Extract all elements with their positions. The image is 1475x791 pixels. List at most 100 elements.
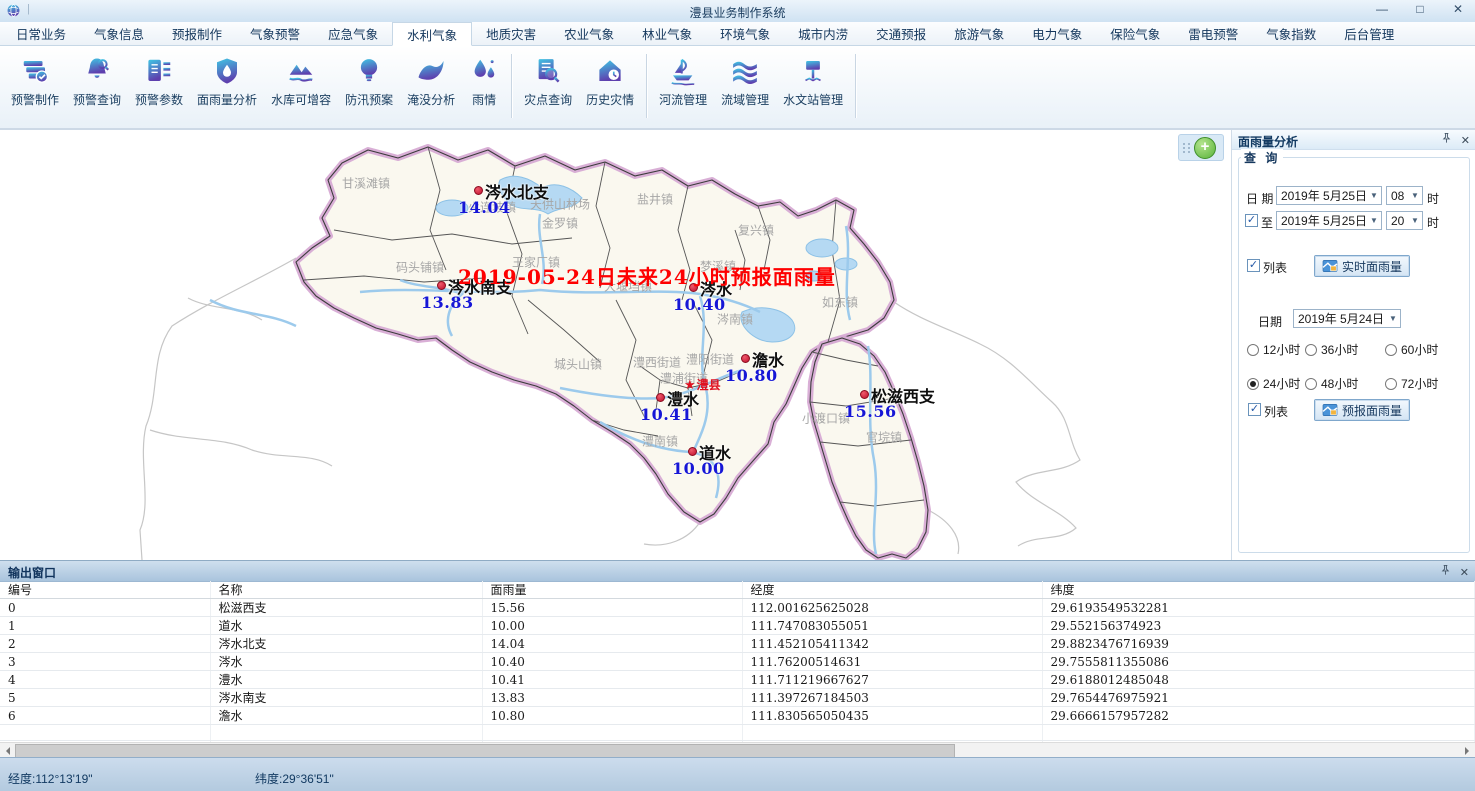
pin-icon[interactable]	[1440, 564, 1451, 582]
add-layer-button[interactable]: +	[1194, 137, 1216, 159]
close-button[interactable]: ✕	[1451, 2, 1465, 16]
column-header-经度[interactable]: 经度	[742, 581, 1042, 599]
column-header-编号[interactable]: 编号	[0, 581, 210, 599]
radio-option-48小时[interactable]: 48小时	[1305, 375, 1385, 392]
menu-item-环境气象[interactable]: 环境气象	[706, 22, 784, 45]
tool-水文站管理[interactable]: 水文站管理	[776, 52, 850, 112]
radio-option-12小时[interactable]: 12小时	[1247, 341, 1305, 358]
radio-option-36小时[interactable]: 36小时	[1305, 341, 1385, 358]
menu-item-气象预警[interactable]: 气象预警	[236, 22, 314, 45]
scroll-right-button[interactable]	[1459, 743, 1475, 758]
table-cell: 29.7654476975921	[1042, 689, 1475, 707]
menu-item-后台管理[interactable]: 后台管理	[1330, 22, 1408, 45]
table-row[interactable]: 4澧水10.41111.71121966762729.6188012485048	[0, 671, 1475, 689]
tool-雨情[interactable]: 雨情	[462, 52, 506, 112]
start-date-select[interactable]: 2019年 5月25日 ▼	[1276, 186, 1382, 205]
start-hour-select[interactable]: 08 ▼	[1386, 186, 1423, 205]
radio-button[interactable]	[1305, 378, 1317, 390]
tool-label: 历史灾情	[586, 91, 634, 108]
end-date-select[interactable]: 2019年 5月25日 ▼	[1276, 211, 1382, 230]
close-icon[interactable]: ✕	[1461, 135, 1470, 148]
forecast-rain-button[interactable]: 预报面雨量	[1314, 399, 1410, 421]
radio-option-24小时[interactable]: 24小时	[1247, 375, 1305, 392]
menu-item-旅游气象[interactable]: 旅游气象	[940, 22, 1018, 45]
minimize-button[interactable]: —	[1375, 2, 1389, 16]
table-row[interactable]: 5涔水南支13.83111.39726718450329.76544769759…	[0, 689, 1475, 707]
tool-水库可增容[interactable]: 水库可增容	[264, 52, 338, 112]
output-table[interactable]: 编号名称面雨量经度纬度 0松滋西支15.56112.00162562502829…	[0, 581, 1475, 757]
submerge-icon	[416, 56, 446, 86]
tool-防汛预案[interactable]: 防汛预案	[338, 52, 400, 112]
flood-plan-icon	[354, 56, 384, 86]
column-header-面雨量[interactable]: 面雨量	[482, 581, 742, 599]
menu-item-地质灾害[interactable]: 地质灾害	[472, 22, 550, 45]
menu-item-雷电预警[interactable]: 雷电预警	[1174, 22, 1252, 45]
window-title: 澧县业务制作系统	[0, 4, 1475, 21]
tool-预警查询[interactable]: 预警查询	[66, 52, 128, 112]
status-latitude: 纬度:29°36'51"	[255, 770, 334, 787]
menu-item-预报制作[interactable]: 预报制作	[158, 22, 236, 45]
tool-预警制作[interactable]: 预警制作	[4, 52, 66, 112]
scroll-left-button[interactable]	[0, 743, 16, 758]
tool-历史灾情[interactable]: 历史灾情	[579, 52, 641, 112]
menu-item-交通预报[interactable]: 交通预报	[862, 22, 940, 45]
table-row[interactable]: 2涔水北支14.04111.45210541134229.88234767169…	[0, 635, 1475, 653]
output-title: 输出窗口	[0, 561, 56, 581]
table-row[interactable]: 3涔水10.40111.7620051463129.7555811355086	[0, 653, 1475, 671]
tool-淹没分析[interactable]: 淹没分析	[400, 52, 462, 112]
town-label-城头山镇: 城头山镇	[554, 356, 602, 373]
realtime-list-checkbox[interactable]: ✓	[1247, 259, 1260, 272]
tool-label: 预警制作	[11, 91, 59, 108]
pin-icon[interactable]	[1441, 132, 1452, 150]
radio-button[interactable]	[1247, 344, 1259, 356]
close-icon[interactable]: ✕	[1460, 567, 1469, 580]
table-row[interactable]: 1道水10.00111.74708305505129.552156374923	[0, 617, 1475, 635]
tool-灾点查询[interactable]: 灾点查询	[517, 52, 579, 112]
radio-button[interactable]	[1247, 378, 1259, 390]
to-checkbox[interactable]: ✓	[1245, 214, 1258, 227]
station-value-道水: 10.00	[672, 459, 725, 478]
radio-option-72小时[interactable]: 72小时	[1385, 375, 1465, 392]
radio-button[interactable]	[1385, 344, 1397, 356]
menu-item-电力气象[interactable]: 电力气象	[1018, 22, 1096, 45]
maximize-button[interactable]: □	[1413, 2, 1427, 16]
town-label-小渡口镇: 小渡口镇	[802, 410, 850, 427]
forecast-date-value: 2019年 5月24日	[1294, 310, 1386, 327]
forecast-list-checkbox[interactable]: ✓	[1248, 403, 1261, 416]
menu-item-林业气象[interactable]: 林业气象	[628, 22, 706, 45]
tool-河流管理[interactable]: 河流管理	[652, 52, 714, 112]
table-row[interactable]: 6澹水10.80111.83056505043529.6666157957282	[0, 707, 1475, 725]
menu-item-日常业务[interactable]: 日常业务	[2, 22, 80, 45]
menu-item-水利气象[interactable]: 水利气象	[392, 22, 472, 46]
table-cell: 111.830565050435	[742, 707, 1042, 725]
town-label-澧西街道: 澧西街道	[633, 354, 681, 371]
tool-面雨量分析[interactable]: 面雨量分析	[190, 52, 264, 112]
horizontal-scrollbar[interactable]	[0, 742, 1475, 758]
radio-button[interactable]	[1385, 378, 1397, 390]
chevron-down-icon: ▼	[1408, 191, 1422, 200]
scrollbar-thumb[interactable]	[15, 744, 955, 758]
tool-label: 流域管理	[721, 91, 769, 108]
chevron-down-icon: ▼	[1367, 216, 1381, 225]
table-row[interactable]: 0松滋西支15.56112.00162562502829.61935495322…	[0, 599, 1475, 617]
column-header-纬度[interactable]: 纬度	[1042, 581, 1475, 599]
menu-item-农业气象[interactable]: 农业气象	[550, 22, 628, 45]
map-area[interactable]: 甘溪滩镇火连坡镇天供山林场金罗镇盐井镇复兴镇码头铺镇王家厂镇大堰垱镇梦溪镇涔南镇…	[0, 130, 1229, 560]
column-header-名称[interactable]: 名称	[210, 581, 482, 599]
tool-label: 灾点查询	[524, 91, 572, 108]
tool-预警参数[interactable]: 预警参数	[128, 52, 190, 112]
menu-item-气象信息[interactable]: 气象信息	[80, 22, 158, 45]
start-date-value: 2019年 5月25日	[1277, 187, 1367, 204]
menu-item-气象指数[interactable]: 气象指数	[1252, 22, 1330, 45]
forecast-date-select[interactable]: 2019年 5月24日 ▼	[1293, 309, 1401, 328]
table-cell: 澧水	[210, 671, 482, 689]
menu-item-保险气象[interactable]: 保险气象	[1096, 22, 1174, 45]
end-hour-select[interactable]: 20 ▼	[1386, 211, 1423, 230]
station-dot-道水	[688, 447, 697, 456]
menu-item-城市内涝[interactable]: 城市内涝	[784, 22, 862, 45]
radio-button[interactable]	[1305, 344, 1317, 356]
realtime-rain-button[interactable]: 实时面雨量	[1314, 255, 1410, 277]
tool-流域管理[interactable]: 流域管理	[714, 52, 776, 112]
radio-option-60小时[interactable]: 60小时	[1385, 341, 1465, 358]
menu-item-应急气象[interactable]: 应急气象	[314, 22, 392, 45]
